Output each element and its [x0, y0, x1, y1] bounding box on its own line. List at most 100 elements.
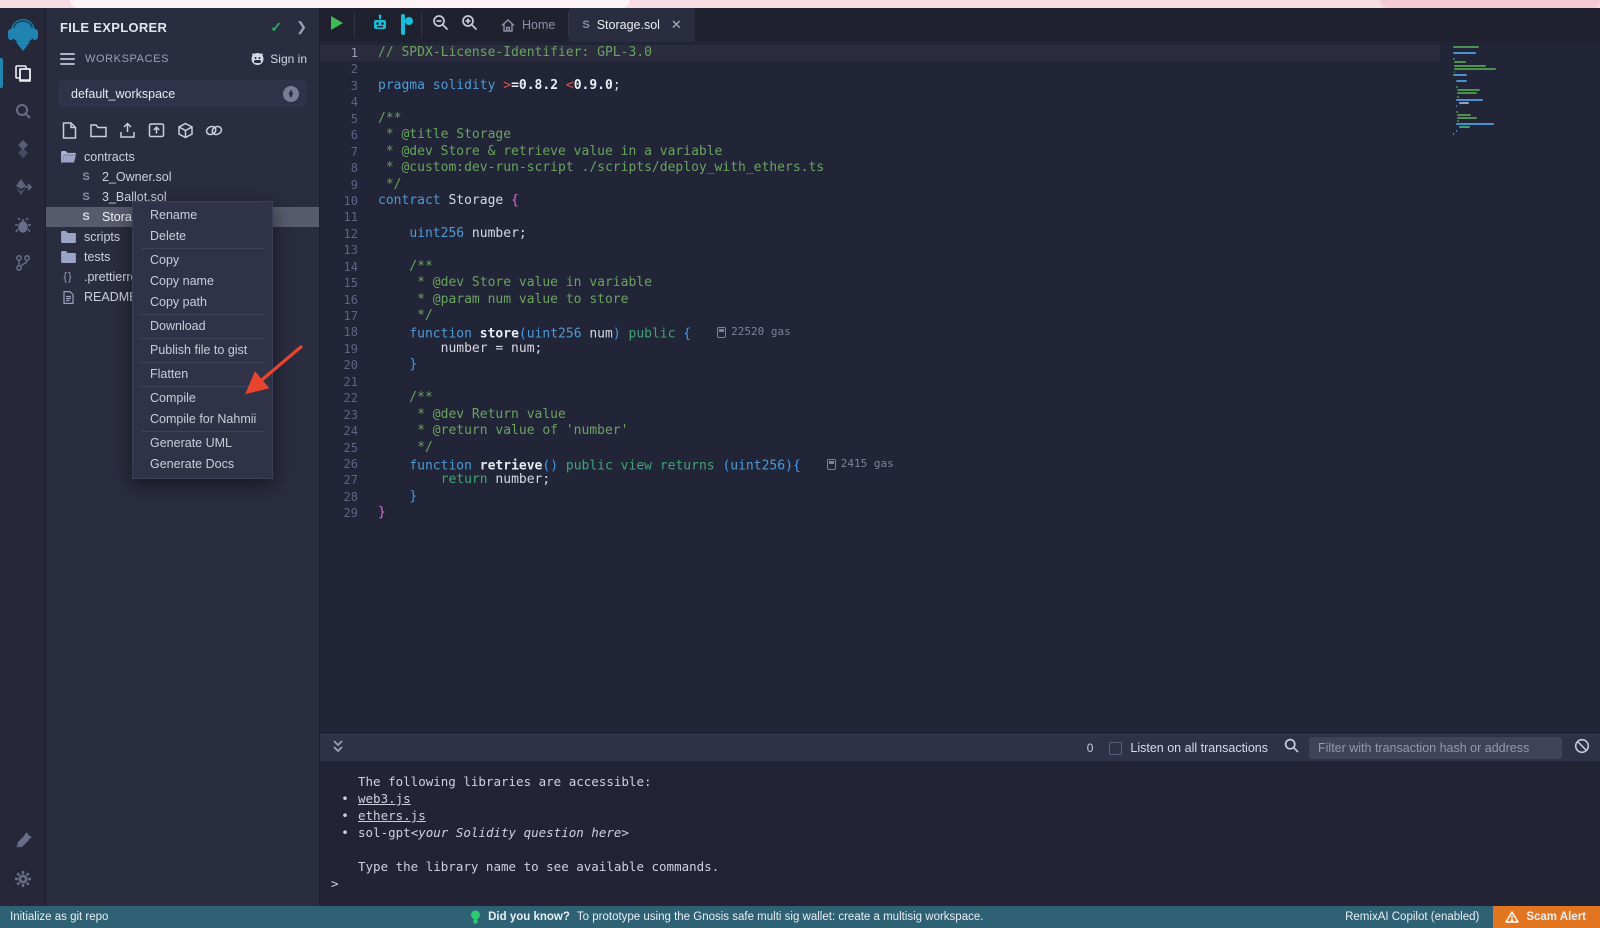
menu-item-rename[interactable]: Rename — [133, 205, 272, 226]
code-line-11[interactable]: 11 — [320, 209, 1440, 225]
menu-item-generate-uml[interactable]: Generate UML — [133, 433, 272, 454]
sidebar-item-deploy-run[interactable] — [0, 168, 46, 206]
code-text: return number; — [378, 472, 1440, 488]
menu-item-copy-name[interactable]: Copy name — [133, 271, 272, 292]
new-folder-icon[interactable] — [89, 121, 107, 139]
code-line-12[interactable]: 12 uint256 number; — [320, 226, 1440, 242]
line-number: 7 — [320, 144, 378, 160]
sidebar-item-debugger[interactable] — [0, 206, 46, 244]
scam-alert-button[interactable]: Scam Alert — [1493, 906, 1600, 928]
code-line-9[interactable]: 9 */ — [320, 177, 1440, 193]
code-line-3[interactable]: 3pragma solidity >=0.8.2 <0.9.0; — [320, 78, 1440, 94]
copilot-toggle[interactable] — [401, 16, 405, 34]
line-number: 12 — [320, 226, 378, 242]
browser-chrome-tab — [1380, 0, 1600, 8]
code-line-22[interactable]: 22 /** — [320, 390, 1440, 406]
menu-item-download[interactable]: Download — [133, 316, 272, 337]
git-init-button[interactable]: Initialize as git repo — [0, 911, 108, 923]
settings-gear-icon[interactable] — [0, 860, 46, 898]
line-number: 6 — [320, 127, 378, 143]
tree-item-2-owner-sol[interactable]: S2_Owner.sol — [46, 167, 319, 187]
github-sign-in-button[interactable]: Sign in — [250, 52, 307, 66]
listen-all-transactions-checkbox[interactable] — [1109, 742, 1122, 755]
code-line-23[interactable]: 23 * @dev Return value — [320, 407, 1440, 423]
editor-minimap[interactable] — [1453, 46, 1507, 136]
tree-item-contracts[interactable]: contracts — [46, 147, 319, 167]
run-script-button[interactable] — [330, 15, 344, 36]
upload-folder-icon[interactable] — [147, 121, 165, 139]
code-line-21[interactable]: 21 — [320, 374, 1440, 390]
code-line-28[interactable]: 28 } — [320, 489, 1440, 505]
code-line-26[interactable]: 26 function retrieve() public view retur… — [320, 456, 1440, 472]
terminal-library-item: •web3.js — [332, 790, 1600, 807]
cube-icon[interactable] — [176, 121, 194, 139]
terminal-library-link[interactable]: web3.js — [358, 790, 411, 807]
sidebar-item-plugin-manager[interactable] — [0, 822, 46, 860]
gas-estimate-badge: 2415 gas — [827, 456, 894, 472]
zoom-out-icon[interactable] — [432, 14, 449, 36]
copilot-status[interactable]: RemixAI Copilot (enabled) — [1345, 911, 1479, 923]
tree-item-label: scripts — [84, 230, 120, 244]
menu-divider — [141, 314, 264, 315]
code-line-18[interactable]: 18 function store(uint256 num) public {2… — [320, 324, 1440, 340]
terminal-toolbar: 0 Listen on all transactions — [320, 734, 1600, 761]
menu-item-compile-for-nahmii[interactable]: Compile for Nahmii — [133, 409, 272, 430]
terminal-output[interactable]: The following libraries are accessible: … — [320, 761, 1600, 906]
menu-item-copy-path[interactable]: Copy path — [133, 292, 272, 313]
code-line-6[interactable]: 6 * @title Storage — [320, 127, 1440, 143]
code-text — [378, 94, 1440, 110]
code-line-8[interactable]: 8 * @custom:dev-run-script ./scripts/dep… — [320, 160, 1440, 176]
workspace-select[interactable]: default_workspace ▲▼ — [58, 80, 307, 107]
upload-file-icon[interactable] — [118, 121, 136, 139]
tab-storage-sol[interactable]: S Storage.sol ✕ — [569, 8, 694, 42]
menu-item-generate-docs[interactable]: Generate Docs — [133, 454, 272, 475]
terminal-library-link[interactable]: ethers.js — [358, 807, 426, 824]
link-icon[interactable] — [205, 121, 223, 139]
new-file-icon[interactable] — [60, 121, 78, 139]
code-text: * @title Storage — [378, 127, 1440, 143]
code-line-19[interactable]: 19 number = num; — [320, 341, 1440, 357]
chevron-right-icon[interactable]: ❯ — [296, 19, 307, 35]
sidebar-item-git[interactable] — [0, 244, 46, 282]
terminal-expand-icon[interactable] — [332, 739, 344, 758]
line-number: 3 — [320, 78, 378, 94]
code-line-25[interactable]: 25 */ — [320, 440, 1440, 456]
code-line-7[interactable]: 7 * @dev Store & retrieve value in a var… — [320, 144, 1440, 160]
code-line-20[interactable]: 20 } — [320, 357, 1440, 373]
code-line-27[interactable]: 27 return number; — [320, 472, 1440, 488]
clear-console-icon[interactable] — [1574, 738, 1590, 759]
line-number: 11 — [320, 209, 378, 225]
code-line-13[interactable]: 13 — [320, 242, 1440, 258]
terminal-prompt[interactable]: > — [331, 875, 339, 892]
zoom-in-icon[interactable] — [461, 14, 478, 36]
menu-item-copy[interactable]: Copy — [133, 250, 272, 271]
ai-copilot-robot-icon[interactable] — [371, 14, 389, 37]
code-line-5[interactable]: 5/** — [320, 111, 1440, 127]
github-icon — [250, 52, 265, 66]
code-editor[interactable]: 1// SPDX-License-Identifier: GPL-3.023pr… — [320, 42, 1600, 734]
close-tab-icon[interactable]: ✕ — [671, 17, 682, 33]
code-line-24[interactable]: 24 * @return value of 'number' — [320, 423, 1440, 439]
code-text: */ — [378, 440, 1440, 456]
menu-item-delete[interactable]: Delete — [133, 226, 272, 247]
transaction-filter-input[interactable] — [1309, 737, 1562, 759]
workspaces-menu-icon[interactable] — [60, 50, 75, 68]
code-line-10[interactable]: 10contract Storage { — [320, 193, 1440, 209]
remix-logo[interactable] — [6, 16, 40, 54]
code-line-1[interactable]: 1// SPDX-License-Identifier: GPL-3.0 — [320, 45, 1440, 61]
sidebar-item-solidity-compiler[interactable] — [0, 130, 46, 168]
listen-all-transactions-label: Listen on all transactions — [1130, 741, 1268, 755]
code-line-2[interactable]: 2 — [320, 61, 1440, 77]
terminal-search-icon[interactable] — [1284, 738, 1299, 758]
solidity-icon: S — [78, 209, 94, 225]
code-line-17[interactable]: 17 */ — [320, 308, 1440, 324]
code-line-14[interactable]: 14 /** — [320, 259, 1440, 275]
braces-icon: {} — [60, 269, 76, 285]
code-line-16[interactable]: 16 * @param num value to store — [320, 292, 1440, 308]
code-line-4[interactable]: 4 — [320, 94, 1440, 110]
code-line-29[interactable]: 29} — [320, 505, 1440, 521]
sidebar-item-file-explorer[interactable] — [0, 54, 46, 92]
code-line-15[interactable]: 15 * @dev Store value in variable — [320, 275, 1440, 291]
tab-home[interactable]: Home — [488, 8, 568, 42]
sidebar-item-search[interactable] — [0, 92, 46, 130]
